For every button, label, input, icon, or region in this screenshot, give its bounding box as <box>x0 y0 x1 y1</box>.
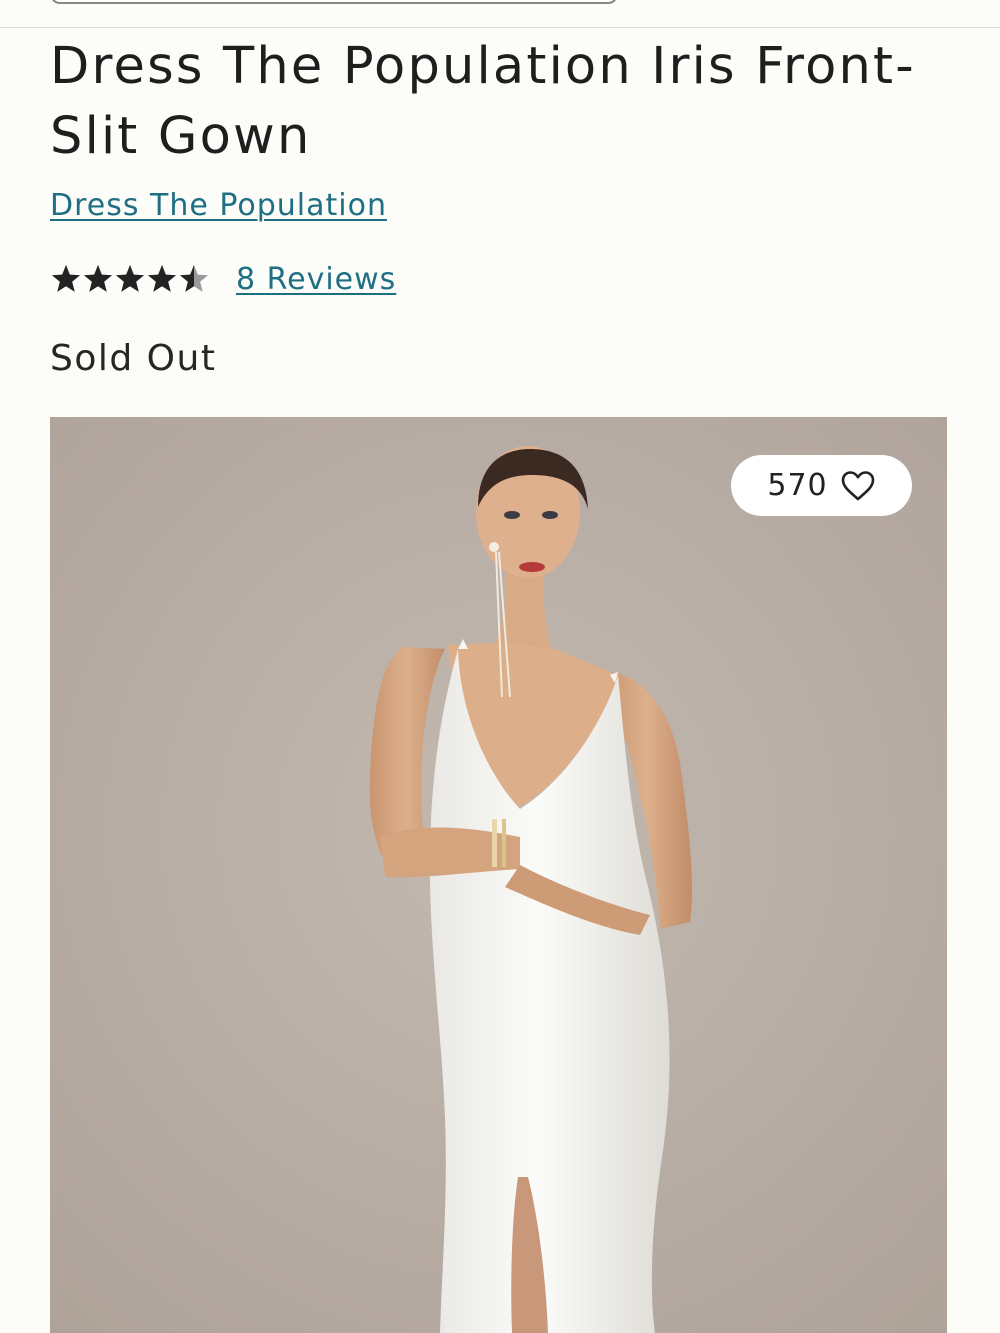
product-page: Dress The Population Iris Front-Slit Gow… <box>0 0 1000 1333</box>
star-icon <box>180 265 208 292</box>
star-rating <box>50 263 210 295</box>
favorite-count: 570 <box>767 468 828 503</box>
stock-status: Sold Out <box>50 338 217 379</box>
rating-row: 8 Reviews <box>50 258 396 300</box>
product-title: Dress The Population Iris Front-Slit Gow… <box>50 37 916 166</box>
favorite-button[interactable]: 570 <box>731 455 912 516</box>
reviews-link[interactable]: 8 Reviews <box>236 262 396 297</box>
star-icon <box>116 265 144 292</box>
product-image[interactable] <box>50 417 947 1333</box>
star-icon <box>84 265 112 292</box>
star-icon <box>52 265 80 292</box>
search-bar[interactable] <box>50 0 618 4</box>
brand-link[interactable]: Dress The Population <box>50 188 387 223</box>
header-divider <box>0 27 1000 28</box>
star-icon <box>148 265 176 292</box>
product-photo <box>50 417 947 1333</box>
heart-outline-icon <box>841 470 874 500</box>
